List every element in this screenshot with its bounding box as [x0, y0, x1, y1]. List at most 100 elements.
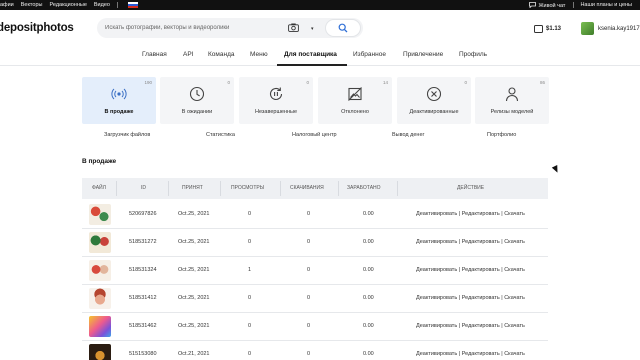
download-link[interactable]: Скачать	[504, 323, 525, 329]
chevron-down-icon[interactable]: ▾	[311, 26, 314, 32]
cell-views: 0	[248, 295, 252, 301]
card-pending[interactable]: 0 В ожидании	[160, 77, 234, 124]
file-thumbnail[interactable]	[89, 316, 111, 337]
file-thumbnail[interactable]	[89, 344, 111, 360]
cell-views: 0	[248, 211, 252, 217]
file-thumbnail[interactable]	[89, 232, 111, 253]
refresh-pause-icon	[269, 87, 283, 100]
cell-downloads: 0	[307, 267, 311, 273]
card-label: Незавершенные	[254, 109, 298, 115]
topbar-link-video[interactable]: Видео	[94, 2, 110, 8]
plans-prices-link[interactable]: Наши планы и цены	[580, 2, 632, 8]
cell-views: 0	[248, 323, 252, 329]
col-divider	[397, 181, 398, 196]
card-deactivated[interactable]: 0 Деактивированные	[397, 77, 471, 124]
cell-date: Oct.21, 2021	[178, 351, 210, 357]
link-file-uploader[interactable]: Загрузчик файлов	[104, 132, 150, 138]
file-thumbnail[interactable]	[89, 260, 111, 281]
deactivate-link[interactable]: Деактивировать	[416, 267, 457, 273]
col-views[interactable]: Просмотры	[231, 185, 264, 191]
search-button[interactable]	[325, 19, 361, 37]
search-icon	[338, 23, 348, 33]
edit-link[interactable]: Редактировать	[462, 239, 500, 245]
col-divider	[220, 181, 221, 196]
card-label: Деактивированные	[409, 109, 459, 115]
card-label: Отклонено	[341, 109, 369, 115]
cell-date: Oct.25, 2021	[178, 211, 210, 217]
row-actions: Деактивировать | Редактировать | Скачать	[416, 351, 525, 357]
logo[interactable]: depositphotos	[0, 22, 74, 34]
col-accepted[interactable]: Принят	[182, 185, 203, 191]
cell-downloads: 0	[307, 211, 311, 217]
edit-link[interactable]: Редактировать	[462, 351, 500, 357]
col-earned[interactable]: Заработано	[347, 185, 381, 191]
link-tax-center[interactable]: Налоговый центр	[292, 132, 337, 138]
cell-downloads: 0	[307, 323, 311, 329]
nav-item-contributor[interactable]: Для поставщика	[284, 51, 337, 58]
edit-link[interactable]: Редактировать	[462, 211, 500, 217]
download-link[interactable]: Скачать	[504, 295, 525, 301]
search-input[interactable]	[105, 25, 285, 31]
cell-earned: 0.00	[363, 239, 374, 245]
link-statistics[interactable]: Статистика	[206, 132, 235, 138]
nav-item-api[interactable]: API	[183, 51, 193, 58]
nav-item-favorites[interactable]: Избранное	[353, 51, 386, 58]
row-actions: Деактивировать | Редактировать | Скачать	[416, 323, 525, 329]
card-incomplete[interactable]: 0 Незавершенные	[239, 77, 313, 124]
file-thumbnail[interactable]	[89, 204, 111, 225]
nav-item-home[interactable]: Главная	[142, 51, 167, 58]
edit-link[interactable]: Редактировать	[462, 267, 500, 273]
table-row: 518531462 Oct.25, 2021 0 0 0.00 Деактиви…	[82, 313, 548, 341]
col-divider	[280, 181, 281, 196]
deactivate-link[interactable]: Деактивировать	[416, 295, 457, 301]
nav-item-team[interactable]: Команда	[208, 51, 234, 58]
edit-link[interactable]: Редактировать	[462, 323, 500, 329]
nav-item-profile[interactable]: Профиль	[459, 51, 487, 58]
deactivate-link[interactable]: Деактивировать	[416, 351, 457, 357]
cell-earned: 0.00	[363, 351, 374, 357]
balance[interactable]: $1.13	[534, 25, 561, 33]
topbar-link-vectors[interactable]: Векторы	[21, 2, 43, 8]
deactivate-link[interactable]: Деактивировать	[416, 239, 457, 245]
cell-views: 1	[248, 267, 252, 273]
cell-downloads: 0	[307, 295, 311, 301]
x-circle-icon	[426, 86, 442, 102]
camera-icon[interactable]	[288, 23, 299, 32]
wallet-icon	[534, 25, 543, 33]
section-title: В продаже	[82, 158, 117, 165]
deactivate-link[interactable]: Деактивировать	[416, 323, 457, 329]
card-model-releases[interactable]: 86 Релизы моделей	[475, 77, 549, 124]
cell-downloads: 0	[307, 351, 311, 357]
download-link[interactable]: Скачать	[504, 211, 525, 217]
table-row: 518531324 Oct.25, 2021 1 0 0.00 Деактиви…	[82, 257, 548, 285]
edit-link[interactable]: Редактировать	[462, 295, 500, 301]
cell-id: 518531324	[129, 267, 157, 273]
col-divider	[338, 181, 339, 196]
link-withdraw[interactable]: Вывод денег	[392, 132, 425, 138]
topbar-link-editorial[interactable]: Редакционные	[49, 2, 86, 8]
download-link[interactable]: Скачать	[504, 267, 525, 273]
col-divider	[168, 181, 169, 196]
download-link[interactable]: Скачать	[504, 239, 525, 245]
col-downloads[interactable]: Скачивания	[290, 185, 324, 191]
card-count: 190	[144, 80, 152, 85]
username: ksenia.kay1917	[598, 25, 640, 32]
row-actions: Деактивировать | Редактировать | Скачать	[416, 267, 525, 273]
link-portfolio[interactable]: Портфолио	[487, 132, 516, 138]
nav-item-menu[interactable]: Меню	[250, 51, 268, 58]
download-link[interactable]: Скачать	[504, 351, 525, 357]
topbar-divider-right	[573, 2, 575, 8]
user-menu[interactable]: ksenia.kay1917	[581, 22, 640, 35]
live-chat-link[interactable]: Живой чат	[529, 1, 565, 9]
topbar-right: Живой чат Наши планы и цены	[529, 1, 640, 9]
cell-views: 0	[248, 239, 252, 245]
card-count: 0	[227, 80, 230, 85]
card-rejected[interactable]: 14 Отклонено	[318, 77, 392, 124]
card-on-sale[interactable]: 190 В продаже	[82, 77, 156, 124]
balance-amount: $1.13	[546, 26, 562, 32]
nav-item-referral[interactable]: Привлечение	[403, 51, 443, 58]
topbar-link-photos[interactable]: афии	[0, 2, 14, 8]
file-thumbnail[interactable]	[89, 288, 111, 309]
deactivate-link[interactable]: Деактивировать	[416, 211, 457, 217]
language-flag-icon[interactable]	[127, 2, 138, 8]
